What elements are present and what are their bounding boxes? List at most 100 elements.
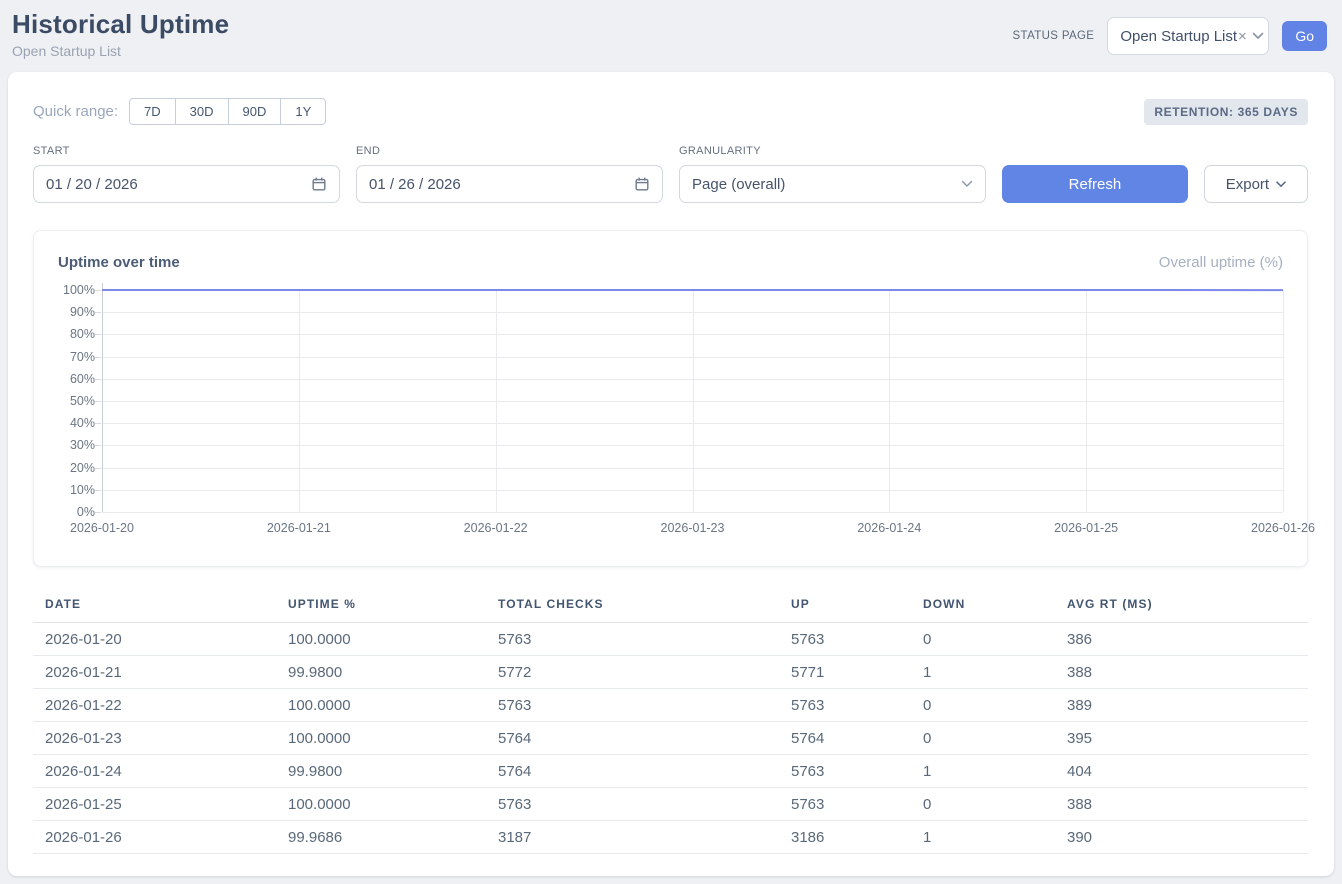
- y-tick-label: 90%: [70, 305, 95, 319]
- quick-range-1y[interactable]: 1Y: [280, 98, 326, 125]
- toolbar-row: Quick range: 7D30D90D1Y RETENTION: 365 D…: [33, 98, 1308, 125]
- y-tick-label: 0%: [77, 505, 95, 519]
- table-cell: 5763: [486, 788, 779, 821]
- export-button-label: Export: [1226, 176, 1269, 193]
- y-tickmark: [95, 290, 101, 291]
- table-cell: 100.0000: [276, 623, 486, 656]
- column-header: TOTAL CHECKS: [486, 595, 779, 623]
- clear-selection-icon[interactable]: ×: [1238, 28, 1247, 45]
- uptime-chart-card: Uptime over time Overall uptime (%) 100%…: [33, 230, 1308, 567]
- uptime-table: DATEUPTIME %TOTAL CHECKSUPDOWNAVG RT (MS…: [33, 595, 1308, 854]
- refresh-button[interactable]: Refresh: [1002, 165, 1188, 203]
- quick-range-30d[interactable]: 30D: [175, 98, 229, 125]
- y-tickmark: [95, 468, 101, 469]
- x-tick-label: 2026-01-20: [70, 521, 134, 535]
- x-tick-label: 2026-01-26: [1251, 521, 1315, 535]
- y-tickmark: [95, 401, 101, 402]
- table-cell: 2026-01-24: [33, 755, 276, 788]
- granularity-select[interactable]: Page (overall): [679, 165, 986, 203]
- quick-range-90d[interactable]: 90D: [228, 98, 282, 125]
- start-date-field: START 01 / 20 / 2026: [33, 145, 340, 203]
- x-tick-label: 2026-01-24: [857, 521, 921, 535]
- y-tick-label: 80%: [70, 327, 95, 341]
- table-cell: 5772: [486, 656, 779, 689]
- granularity-field: GRANULARITY Page (overall): [679, 145, 986, 203]
- calendar-icon[interactable]: [311, 176, 327, 192]
- header-controls: STATUS PAGE Open Startup List × Go: [1013, 17, 1327, 55]
- table-row: 2026-01-20100.0000576357630386: [33, 623, 1308, 656]
- y-tick-label: 20%: [70, 461, 95, 475]
- chevron-down-icon: [1276, 181, 1286, 188]
- table-row: 2026-01-2499.9800576457631404: [33, 755, 1308, 788]
- table-cell: 99.9800: [276, 656, 486, 689]
- column-header: AVG RT (MS): [1055, 595, 1308, 623]
- table-cell: 1: [911, 755, 1055, 788]
- granularity-selected-value: Page (overall): [692, 176, 785, 193]
- table-cell: 5763: [779, 755, 911, 788]
- calendar-icon[interactable]: [634, 176, 650, 192]
- table-cell: 1: [911, 656, 1055, 689]
- column-header: UP: [779, 595, 911, 623]
- table-cell: 5763: [779, 788, 911, 821]
- x-tick-label: 2026-01-23: [661, 521, 725, 535]
- start-date-value: 01 / 20 / 2026: [46, 176, 138, 193]
- table-cell: 5763: [779, 689, 911, 722]
- title-block: Historical Uptime Open Startup List: [12, 9, 229, 59]
- table-cell: 0: [911, 623, 1055, 656]
- start-date-input[interactable]: 01 / 20 / 2026: [33, 165, 340, 203]
- table-cell: 5763: [779, 623, 911, 656]
- go-button[interactable]: Go: [1282, 21, 1327, 51]
- page-title: Historical Uptime: [12, 9, 229, 40]
- table-cell: 5764: [486, 755, 779, 788]
- table-row: 2026-01-2699.9686318731861390: [33, 821, 1308, 854]
- table-cell: 99.9686: [276, 821, 486, 854]
- chart-plot: [102, 290, 1283, 512]
- chart-header: Uptime over time Overall uptime (%): [58, 254, 1283, 271]
- table-cell: 388: [1055, 788, 1308, 821]
- y-tick-label: 40%: [70, 416, 95, 430]
- status-page-label: STATUS PAGE: [1013, 30, 1095, 42]
- chart-title: Uptime over time: [58, 254, 180, 271]
- export-button[interactable]: Export: [1204, 165, 1308, 203]
- chart-body: 100%90%80%70%60%50%40%30%20%10%0%: [58, 290, 1283, 512]
- table-header-row: DATEUPTIME %TOTAL CHECKSUPDOWNAVG RT (MS…: [33, 595, 1308, 623]
- y-tick-label: 60%: [70, 372, 95, 386]
- table-cell: 2026-01-22: [33, 689, 276, 722]
- table-body: 2026-01-20100.00005763576303862026-01-21…: [33, 623, 1308, 854]
- table-cell: 5763: [486, 623, 779, 656]
- y-tick-label: 50%: [70, 394, 95, 408]
- end-date-field: END 01 / 26 / 2026: [356, 145, 663, 203]
- uptime-line-series: [102, 290, 1283, 512]
- table-cell: 2026-01-21: [33, 656, 276, 689]
- table-row: 2026-01-22100.0000576357630389: [33, 689, 1308, 722]
- filters-row: START 01 / 20 / 2026 END 01 / 26 / 2026: [33, 145, 1308, 203]
- table-cell: 2026-01-20: [33, 623, 276, 656]
- table-cell: 388: [1055, 656, 1308, 689]
- granularity-label: GRANULARITY: [679, 145, 986, 157]
- table-cell: 99.9800: [276, 755, 486, 788]
- main-panel: Quick range: 7D30D90D1Y RETENTION: 365 D…: [8, 72, 1334, 876]
- table-cell: 390: [1055, 821, 1308, 854]
- table-cell: 3187: [486, 821, 779, 854]
- v-gridline: [1283, 290, 1284, 512]
- x-tick-label: 2026-01-21: [267, 521, 331, 535]
- y-tickmark: [95, 334, 101, 335]
- retention-badge: RETENTION: 365 DAYS: [1144, 99, 1308, 125]
- chevron-down-icon: [1252, 32, 1264, 40]
- quick-range-7d[interactable]: 7D: [129, 98, 176, 125]
- status-page-select[interactable]: Open Startup List ×: [1107, 17, 1269, 55]
- y-tickmark: [95, 379, 101, 380]
- page-subtitle: Open Startup List: [12, 43, 229, 59]
- table-cell: 3186: [779, 821, 911, 854]
- column-header: UPTIME %: [276, 595, 486, 623]
- y-tick-label: 100%: [63, 283, 95, 297]
- table-row: 2026-01-23100.0000576457640395: [33, 722, 1308, 755]
- x-tick-label: 2026-01-25: [1054, 521, 1118, 535]
- table-cell: 1: [911, 821, 1055, 854]
- y-tick-label: 70%: [70, 350, 95, 364]
- end-date-input[interactable]: 01 / 26 / 2026: [356, 165, 663, 203]
- quick-range-group: 7D30D90D1Y: [129, 98, 326, 125]
- y-tick-label: 30%: [70, 438, 95, 452]
- x-tick-label: 2026-01-22: [464, 521, 528, 535]
- table-cell: 2026-01-26: [33, 821, 276, 854]
